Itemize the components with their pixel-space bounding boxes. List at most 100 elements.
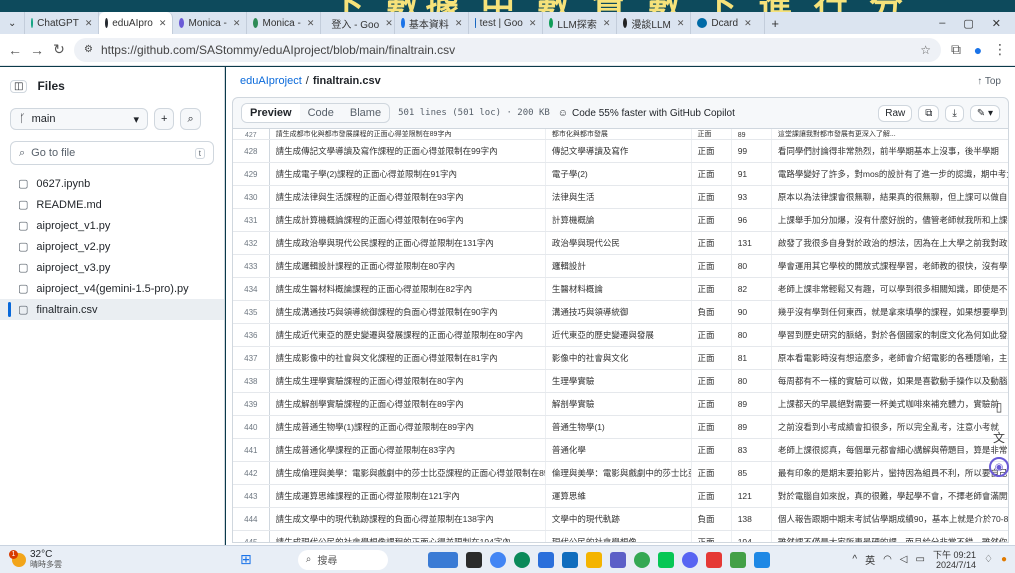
star-icon[interactable]: ☆	[920, 43, 931, 57]
chevron-down-icon: ⌄	[8, 17, 17, 29]
close-tab-icon[interactable]: ✕	[529, 18, 537, 29]
close-tab-icon[interactable]: ✕	[385, 18, 393, 29]
file-tree-item[interactable]: ▢ 0627.ipynb	[0, 173, 224, 194]
collapse-sidebar-icon[interactable]: ◫	[10, 79, 28, 93]
file-tree-item[interactable]: ▢ aiproject_v3.py	[0, 257, 224, 278]
download-icon[interactable]: ⤓	[945, 104, 964, 122]
table-cell: 老師上課很認真，每個單元都會細心講解與帶題目，算是非常	[771, 438, 1008, 462]
raw-button[interactable]: Raw	[878, 104, 913, 122]
monica-assistant-icon[interactable]: ◉	[989, 457, 1009, 477]
table-cell: 正面	[691, 254, 732, 278]
taskbar-search[interactable]: ⌕ 搜尋	[297, 549, 388, 570]
file-tree-item[interactable]: ▢ finaltrain.csv	[0, 299, 224, 320]
tab-code[interactable]: Code	[300, 104, 342, 122]
edit-icon[interactable]: ✎ ▾	[969, 104, 1000, 122]
browser-tab[interactable]: LLM探索 ✕	[543, 12, 618, 34]
add-file-button[interactable]: +	[154, 108, 175, 130]
close-window-icon[interactable]: ✕	[992, 17, 1001, 30]
tab-search-chevron[interactable]: ⌄	[0, 12, 26, 34]
chrome-icon[interactable]	[489, 551, 506, 568]
top-link[interactable]: ↑ Top	[977, 76, 1001, 87]
close-tab-icon[interactable]: ✕	[455, 18, 463, 29]
close-tab-icon[interactable]: ✕	[677, 18, 685, 29]
files-icon[interactable]	[585, 551, 602, 568]
browser-tab[interactable]: 漫談LLM ✕	[617, 12, 692, 34]
table-cell: 91	[731, 162, 772, 186]
close-tab-icon[interactable]: ✕	[603, 18, 611, 29]
close-tab-icon[interactable]: ✕	[744, 18, 752, 29]
file-tree-item[interactable]: ▢ aiproject_v2.py	[0, 236, 224, 257]
table-cell: 請生成文學中的現代軌跡課程的負面心得並限制在138字內	[269, 507, 546, 531]
app-green-icon[interactable]	[729, 551, 746, 568]
browser-tab[interactable]: 基本資料 ✕	[395, 12, 470, 34]
browser-tab[interactable]: ChatGPT ✕	[25, 12, 100, 34]
store-icon[interactable]	[537, 551, 554, 568]
profile-icon[interactable]: ●	[971, 42, 985, 58]
table-cell: 運算思維	[545, 484, 692, 508]
close-tab-icon[interactable]: ✕	[233, 18, 241, 29]
volume-icon[interactable]: ◁	[900, 554, 908, 565]
input-language[interactable]: 英	[865, 552, 875, 567]
table-cell: 電路學變好了許多，對mos的設計有了進一步的認識，期中考大	[771, 162, 1008, 186]
menu-icon[interactable]: ⋮	[993, 41, 1007, 58]
branch-selector[interactable]: ᚴ main ▾	[10, 108, 148, 130]
tab-preview[interactable]: Preview	[242, 104, 300, 122]
restore-icon[interactable]: ▢	[963, 17, 973, 30]
battery-icon[interactable]: ▭	[916, 554, 925, 565]
line-icon[interactable]	[657, 551, 674, 568]
copilot-promo[interactable]: ☺ Code 55% faster with GitHub Copilot	[558, 108, 735, 119]
copy-icon[interactable]: ⧉	[918, 104, 940, 122]
chrome-profile-icon[interactable]	[633, 551, 650, 568]
discord-icon[interactable]	[681, 551, 698, 568]
go-to-file-input[interactable]: ⌕ Go to file t	[10, 141, 214, 165]
browser-tab[interactable]: eduAIpro ✕	[99, 12, 174, 34]
browser-tab[interactable]: Monica - ✕	[173, 12, 248, 34]
new-tab-button[interactable]: +	[765, 12, 785, 34]
minimize-icon[interactable]: –	[939, 17, 945, 30]
csv-table-container[interactable]: 427 請生成都市化與都市發展課程的正面心得並限制在89字內 都市化與都市發展 正面 8…	[232, 129, 1009, 543]
tray-chevron-icon[interactable]: ^	[852, 554, 857, 565]
file-tree-item[interactable]: ▢ README.md	[0, 194, 224, 215]
tab-label: 漫談LLM	[631, 19, 671, 31]
back-icon[interactable]: ←	[8, 42, 22, 58]
line-number: 427	[233, 129, 270, 140]
site-settings-icon[interactable]: ⚙	[84, 44, 93, 55]
line-number: 445	[233, 530, 270, 542]
start-icon[interactable]: ⊞	[240, 551, 252, 568]
table-row: 436 請生成近代東亞的歷史變遷與發展課程的正面心得並限制在80字內 近代東亞的歷史…	[233, 323, 1008, 347]
teams-icon[interactable]	[609, 551, 626, 568]
taskview-icon[interactable]	[465, 551, 482, 568]
weather-widget[interactable]: 32°C 晴時多雲	[0, 549, 200, 570]
book-icon[interactable]: ▯	[989, 397, 1009, 417]
forward-icon[interactable]: →	[30, 42, 44, 58]
clock[interactable]: 下午 09:21 2024/7/14	[933, 550, 976, 570]
table-cell: 請生成電子學(2)課程的正面心得並限制在91字內	[269, 162, 546, 186]
close-tab-icon[interactable]: ✕	[307, 18, 315, 29]
browser-tab[interactable]: Monica - ✕	[247, 12, 322, 34]
tab-blame[interactable]: Blame	[342, 104, 389, 122]
copilot-taskbar-icon[interactable]: ●	[1001, 554, 1007, 565]
app-red-icon[interactable]	[705, 551, 722, 568]
browser-tab[interactable]: Dcard ✕	[691, 12, 766, 34]
table-cell: 學習到歷史研究的脈絡，對於各個國家的制度文化為何如此發展	[771, 323, 1008, 347]
file-tree-item[interactable]: ▢ aiproject_v4(gemini-1.5-pro).py	[0, 278, 224, 299]
browser-tab[interactable]: test | Goo ✕	[469, 12, 544, 34]
table-cell: 82	[731, 277, 772, 301]
widgets-icon[interactable]	[427, 551, 458, 568]
edge-icon[interactable]	[513, 551, 530, 568]
table-cell: 最有印象的是期末要拍影片，蠻持因為組員不利，所以要自己	[771, 461, 1008, 485]
extensions-icon[interactable]: ⧉	[949, 41, 963, 58]
file-tree-item[interactable]: ▢ aiproject_v1.py	[0, 215, 224, 236]
outlook-icon[interactable]	[561, 551, 578, 568]
close-tab-icon[interactable]: ✕	[159, 18, 167, 29]
wifi-icon[interactable]: ◠	[883, 554, 892, 565]
url-field[interactable]: ⚙ https://github.com/SAStommy/eduAIproje…	[74, 37, 941, 62]
search-files-button[interactable]: ⌕	[180, 108, 201, 130]
close-tab-icon[interactable]: ✕	[85, 18, 93, 29]
breadcrumb-repo-link[interactable]: eduAIproject	[240, 75, 302, 87]
notification-icon[interactable]: ♢	[984, 554, 993, 565]
network-tool-icon[interactable]	[753, 551, 770, 568]
translate-icon[interactable]: 文	[989, 427, 1009, 447]
reload-icon[interactable]: ↻	[52, 41, 66, 58]
browser-tab[interactable]: 登入 - Goo ✕	[321, 12, 396, 34]
